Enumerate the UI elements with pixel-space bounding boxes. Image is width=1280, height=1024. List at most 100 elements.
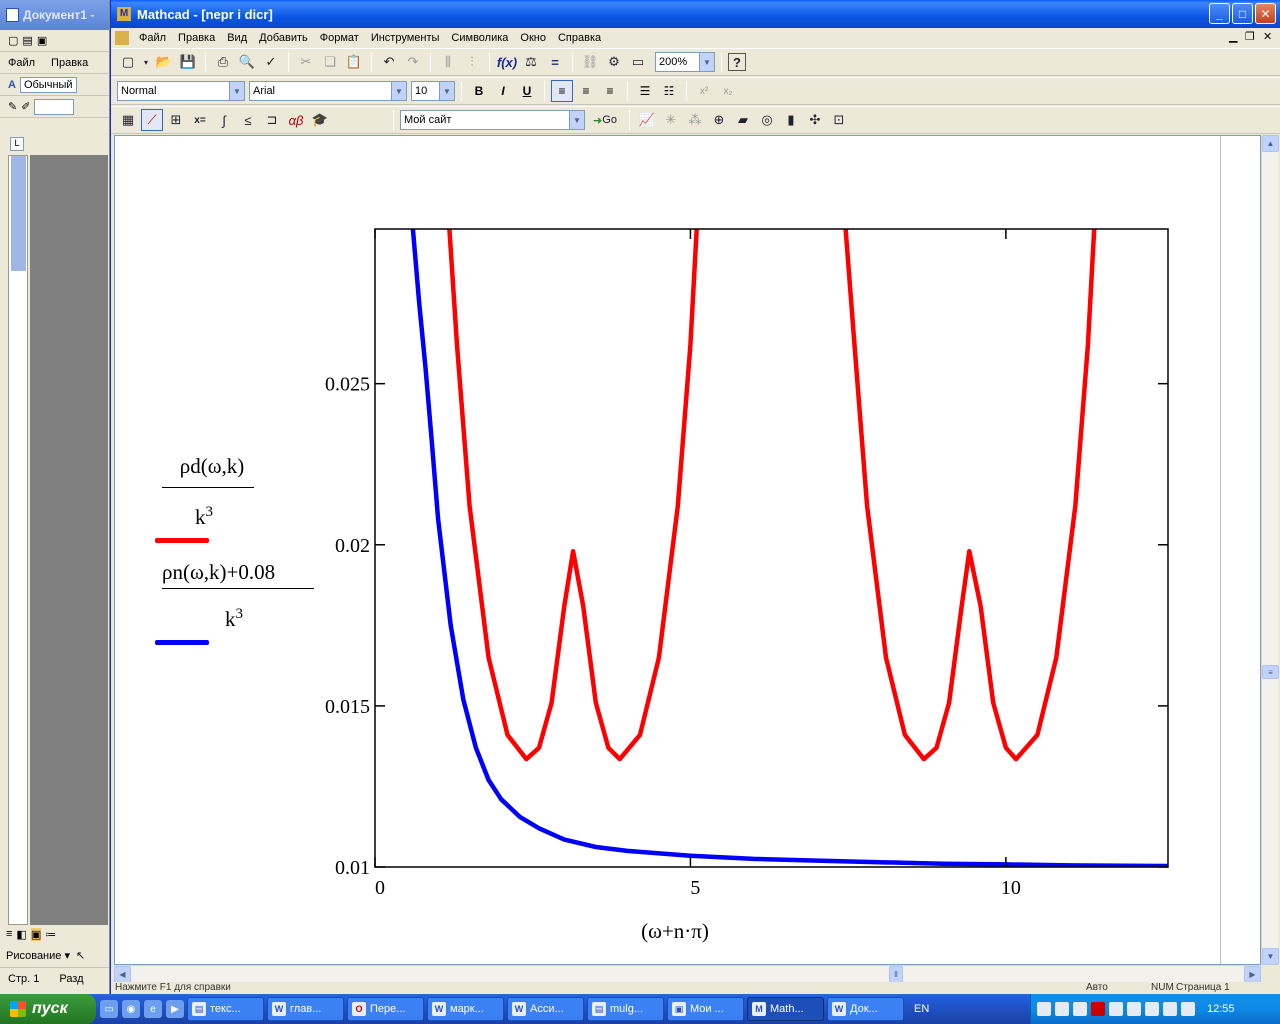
scroll-right-icon[interactable]: ▶	[1244, 966, 1261, 983]
subscript-icon[interactable]: x₂	[717, 80, 739, 102]
italic-button[interactable]: I	[492, 80, 514, 102]
doc-restore-icon[interactable]: ❐	[1245, 30, 1255, 43]
doc-minimize-icon[interactable]: ▁	[1229, 30, 1237, 43]
word-title-bar[interactable]: Документ1 -	[0, 0, 109, 30]
align-left-icon[interactable]: ≡	[551, 80, 573, 102]
tray-info-icon[interactable]	[1163, 1002, 1177, 1016]
save-icon[interactable]: 💾	[177, 51, 199, 73]
align-across-icon[interactable]: ⫼	[437, 51, 459, 73]
copy-icon[interactable]: ❏	[319, 51, 341, 73]
vertical-scrollbar[interactable]: ▲ ≡ ▼	[1261, 135, 1279, 965]
xy-plot[interactable]: 0.01 0.015 0.02 0.025 0 5 10	[115, 136, 1220, 965]
minimize-button[interactable]: _	[1209, 3, 1230, 24]
tray-agent-icon[interactable]	[1073, 1002, 1087, 1016]
task-button-7[interactable]: ▣ Мои ...	[667, 997, 744, 1021]
numbering-icon[interactable]: ☷	[658, 80, 680, 102]
polar-plot-icon[interactable]: ✳	[660, 109, 682, 131]
bold-button[interactable]: B	[468, 80, 490, 102]
tray-keyboard-icon[interactable]	[1091, 1002, 1105, 1016]
menu-help[interactable]: Справка	[552, 32, 607, 44]
symbolic-toolbar-icon[interactable]: 🎓	[309, 109, 331, 131]
paste-icon[interactable]: 📋	[343, 51, 365, 73]
task-button-9[interactable]: W Док...	[827, 997, 904, 1021]
plot-wizard-icon[interactable]: ⊡	[828, 109, 850, 131]
ruler-corner-icon[interactable]: L	[10, 137, 24, 151]
scroll-left-icon[interactable]: ◀	[114, 966, 131, 983]
graph-toolbar-icon[interactable]: ⟋	[141, 109, 163, 131]
open-icon[interactable]: 📂	[153, 51, 175, 73]
calculus-toolbar-icon[interactable]: ∫	[213, 109, 235, 131]
menu-file[interactable]: Файл	[133, 32, 172, 44]
menu-view[interactable]: Вид	[221, 32, 253, 44]
font-select[interactable]: Arial ▼	[249, 81, 407, 101]
polar-chart-icon[interactable]: ⊕	[708, 109, 730, 131]
underline-button[interactable]: U	[516, 80, 538, 102]
contour-plot-icon[interactable]: ◎	[756, 109, 778, 131]
calculator-toolbar-icon[interactable]: ▦	[117, 109, 139, 131]
tray-download-icon[interactable]	[1127, 1002, 1141, 1016]
menu-format[interactable]: Формат	[314, 32, 365, 44]
doc-menu-icon[interactable]	[115, 31, 129, 45]
print-preview-icon[interactable]: 🔍	[236, 51, 258, 73]
resource-center-icon[interactable]: ▭	[627, 51, 649, 73]
vertical-scroll-thumb[interactable]: ≡	[1262, 665, 1279, 679]
form-field-icon[interactable]: ✐	[21, 100, 30, 113]
worksheet[interactable]: ρd(ω,k) k3 ρn(ω,k)+0.08 k3 0.01 0.015 0.02…	[114, 135, 1261, 965]
insert-function-icon[interactable]: f(x)	[496, 51, 518, 73]
print-icon[interactable]: ⎙	[212, 51, 234, 73]
task-button-4[interactable]: Wмарк...	[427, 997, 504, 1021]
doc-close-icon[interactable]: ✕	[1263, 30, 1272, 43]
bar-plot-icon[interactable]: ▮	[780, 109, 802, 131]
spellcheck-icon[interactable]: ✓	[260, 51, 282, 73]
outline-view-icon[interactable]: ≔	[45, 928, 56, 941]
scroll-up-icon[interactable]: ▲	[1262, 135, 1279, 152]
start-button[interactable]: пуск	[0, 994, 96, 1024]
greek-toolbar-icon[interactable]: αβ	[285, 109, 307, 131]
align-center-icon[interactable]: ≡	[575, 80, 597, 102]
vector-field-icon[interactable]: ✣	[804, 109, 826, 131]
menu-window[interactable]: Окно	[514, 32, 552, 44]
menu-edit[interactable]: Правка	[172, 32, 221, 44]
task-button-8[interactable]: M Math...	[747, 997, 824, 1021]
undo-icon[interactable]: ↶	[378, 51, 400, 73]
form-edit-icon[interactable]: ✎	[8, 100, 17, 113]
resource-site-select[interactable]: Мой сайт ▼	[400, 110, 585, 130]
insert-unit-icon[interactable]: ⚖	[520, 51, 542, 73]
superscript-icon[interactable]: x²	[693, 80, 715, 102]
style-select[interactable]: Normal ▼	[117, 81, 245, 101]
word-menu-file[interactable]: Файл	[8, 57, 35, 69]
surface-plot-icon[interactable]: ▰	[732, 109, 754, 131]
open-icon[interactable]: ▤	[22, 34, 32, 47]
word-field-box[interactable]	[34, 98, 75, 115]
task-button-1[interactable]: ▤ текс...	[187, 997, 264, 1021]
align-down-icon[interactable]: ⫶	[461, 51, 483, 73]
tray-antivirus-icon[interactable]	[1055, 1002, 1069, 1016]
cut-icon[interactable]: ✂	[295, 51, 317, 73]
select-objects-icon[interactable]: ↖	[76, 949, 85, 962]
font-size-select[interactable]: 10 ▼	[411, 81, 455, 101]
save-icon[interactable]: ▣	[37, 34, 47, 47]
quicklaunch-desktop-icon[interactable]: ▭	[100, 1000, 118, 1018]
scroll-down-icon[interactable]: ▼	[1262, 948, 1279, 965]
print-view-icon[interactable]: ▣	[30, 927, 42, 941]
title-bar[interactable]: M Mathcad - [nepr i dicr]	[111, 0, 1280, 28]
menu-symbolics[interactable]: Символика	[445, 32, 514, 44]
close-button[interactable]: ✕	[1255, 3, 1276, 24]
new-dropdown-icon[interactable]: ▾	[141, 51, 151, 73]
evaluation-toolbar-icon[interactable]: x=	[189, 109, 211, 131]
boolean-toolbar-icon[interactable]: ≤	[237, 109, 259, 131]
zoom-select[interactable]: 200% ▼	[655, 52, 715, 72]
calculate-icon[interactable]: =	[544, 51, 566, 73]
align-right-icon[interactable]: ≡	[599, 80, 621, 102]
tray-network-icon[interactable]	[1037, 1002, 1051, 1016]
tray-volume-icon[interactable]	[1145, 1002, 1159, 1016]
quicklaunch-media-icon[interactable]: ▶	[166, 1000, 184, 1018]
web-view-icon[interactable]: ◧	[16, 928, 26, 941]
language-indicator[interactable]: EN	[914, 1003, 929, 1015]
horizontal-scrollbar[interactable]: ◀ ⦀ ▶	[114, 965, 1261, 983]
task-button-6[interactable]: ▤ mulg...	[587, 997, 664, 1021]
word-style-box[interactable]: Обычный	[19, 76, 77, 93]
task-button-2[interactable]: Wглав...	[267, 997, 344, 1021]
matrix-toolbar-icon[interactable]: ⊞	[165, 109, 187, 131]
new-icon[interactable]: ▢	[117, 51, 139, 73]
